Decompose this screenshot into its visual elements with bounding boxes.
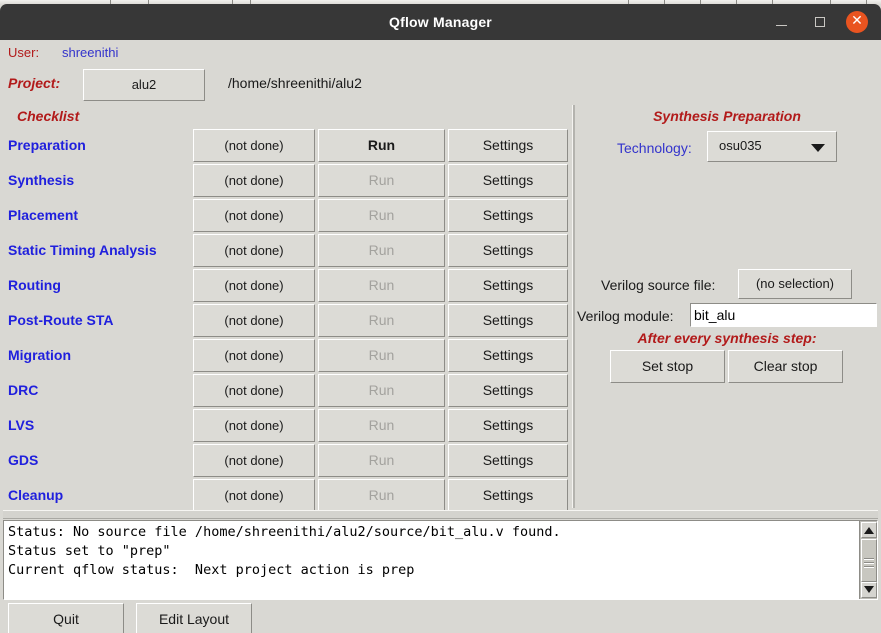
status-output-area: Status: No source file /home/shreenithi/… (3, 520, 878, 600)
checklist-settings-button[interactable]: Settings (448, 339, 568, 372)
verilog-module-input[interactable]: bit_alu (690, 303, 877, 327)
checklist-settings-button[interactable]: Settings (448, 409, 568, 442)
checklist-run-button: Run (318, 339, 445, 372)
checklist-step-label[interactable]: Synthesis (8, 172, 74, 188)
checklist-status-button[interactable]: (not done) (193, 234, 315, 267)
checklist-status-button[interactable]: (not done) (193, 269, 315, 302)
minimize-icon[interactable] (771, 12, 791, 32)
checklist-settings-button[interactable]: Settings (448, 269, 568, 302)
checklist-run-button: Run (318, 199, 445, 232)
checklist-settings-button[interactable]: Settings (448, 199, 568, 232)
checklist-run-button: Run (318, 444, 445, 477)
checklist-status-button[interactable]: (not done) (193, 199, 315, 232)
user-name: shreenithi (62, 45, 119, 60)
checklist-run-button[interactable]: Run (318, 129, 445, 162)
user-row: User: shreenithi (0, 40, 881, 67)
clear-stop-button[interactable]: Clear stop (728, 350, 843, 383)
edit-layout-button[interactable]: Edit Layout (136, 603, 252, 633)
chevron-down-icon (811, 144, 825, 152)
checklist-run-button: Run (318, 269, 445, 302)
project-select-button[interactable]: alu2 (83, 69, 205, 101)
checklist-run-button: Run (318, 409, 445, 442)
project-label: Project: (8, 75, 61, 91)
after-every-synthesis-step-title: After every synthesis step: (637, 330, 817, 346)
checklist-status-button[interactable]: (not done) (193, 444, 315, 477)
status-separator (3, 510, 878, 519)
project-row: Project: alu2 /home/shreenithi/alu2 (0, 67, 881, 105)
checklist-settings-button[interactable]: Settings (448, 444, 568, 477)
set-stop-button[interactable]: Set stop (610, 350, 725, 383)
checklist-settings-button[interactable]: Settings (448, 164, 568, 197)
checklist-settings-button[interactable]: Settings (448, 304, 568, 337)
checklist-run-button: Run (318, 374, 445, 407)
checklist-status-button[interactable]: (not done) (193, 479, 315, 512)
close-icon[interactable]: ✕ (846, 11, 868, 33)
status-text: Status: No source file /home/shreenithi/… (8, 524, 561, 578)
checklist-status-button[interactable]: (not done) (193, 409, 315, 442)
technology-label: Technology: (617, 140, 692, 156)
checklist-settings-button[interactable]: Settings (448, 129, 568, 162)
checklist-settings-button[interactable]: Settings (448, 374, 568, 407)
scroll-down-icon[interactable] (861, 582, 877, 598)
footer-button-bar: Quit Edit Layout (0, 603, 881, 633)
checklist-step-label[interactable]: Routing (8, 277, 61, 293)
synthesis-preparation-title: Synthesis Preparation (653, 108, 801, 124)
checklist-step-label[interactable]: GDS (8, 452, 38, 468)
scrollbar-thumb[interactable] (861, 539, 877, 582)
verilog-module-label: Verilog module: (577, 308, 674, 324)
window-title: Qflow Manager (389, 14, 492, 30)
status-vertical-scrollbar[interactable] (859, 521, 877, 599)
panel-divider (572, 105, 575, 508)
checklist-step-label[interactable]: Preparation (8, 137, 86, 153)
verilog-source-file-button[interactable]: (no selection) (738, 269, 852, 299)
scroll-up-icon[interactable] (861, 522, 877, 538)
user-label: User: (8, 45, 40, 60)
checklist-status-button[interactable]: (not done) (193, 374, 315, 407)
checklist-run-button: Run (318, 234, 445, 267)
checklist-run-button: Run (318, 304, 445, 337)
checklist-run-button: Run (318, 479, 445, 512)
checklist-step-label[interactable]: Migration (8, 347, 71, 363)
checklist-status-button[interactable]: (not done) (193, 129, 315, 162)
checklist-step-label[interactable]: Static Timing Analysis (8, 242, 157, 258)
quit-button[interactable]: Quit (8, 603, 124, 633)
qflow-manager-window: Qflow Manager ✕ User: shreenithi Project… (0, 4, 881, 633)
checklist-run-button: Run (318, 164, 445, 197)
checklist-settings-button[interactable]: Settings (448, 234, 568, 267)
technology-value: osu035 (719, 138, 762, 153)
checklist-step-label[interactable]: Cleanup (8, 487, 63, 503)
checklist-step-label[interactable]: Placement (8, 207, 78, 223)
checklist-step-label[interactable]: Post-Route STA (8, 312, 114, 328)
checklist-title: Checklist (17, 108, 80, 124)
maximize-icon[interactable] (810, 12, 830, 32)
checklist-status-button[interactable]: (not done) (193, 339, 315, 372)
checklist-step-label[interactable]: DRC (8, 382, 38, 398)
checklist-status-button[interactable]: (not done) (193, 164, 315, 197)
checklist-step-label[interactable]: LVS (8, 417, 34, 433)
title-bar: Qflow Manager ✕ (0, 4, 881, 40)
checklist-status-button[interactable]: (not done) (193, 304, 315, 337)
main-area: Checklist Preparation (not done) Run Settin… (0, 105, 881, 512)
verilog-source-file-label: Verilog source file: (601, 277, 716, 293)
technology-dropdown[interactable]: osu035 (707, 131, 837, 162)
checklist-settings-button[interactable]: Settings (448, 479, 568, 512)
project-path: /home/shreenithi/alu2 (228, 75, 362, 91)
